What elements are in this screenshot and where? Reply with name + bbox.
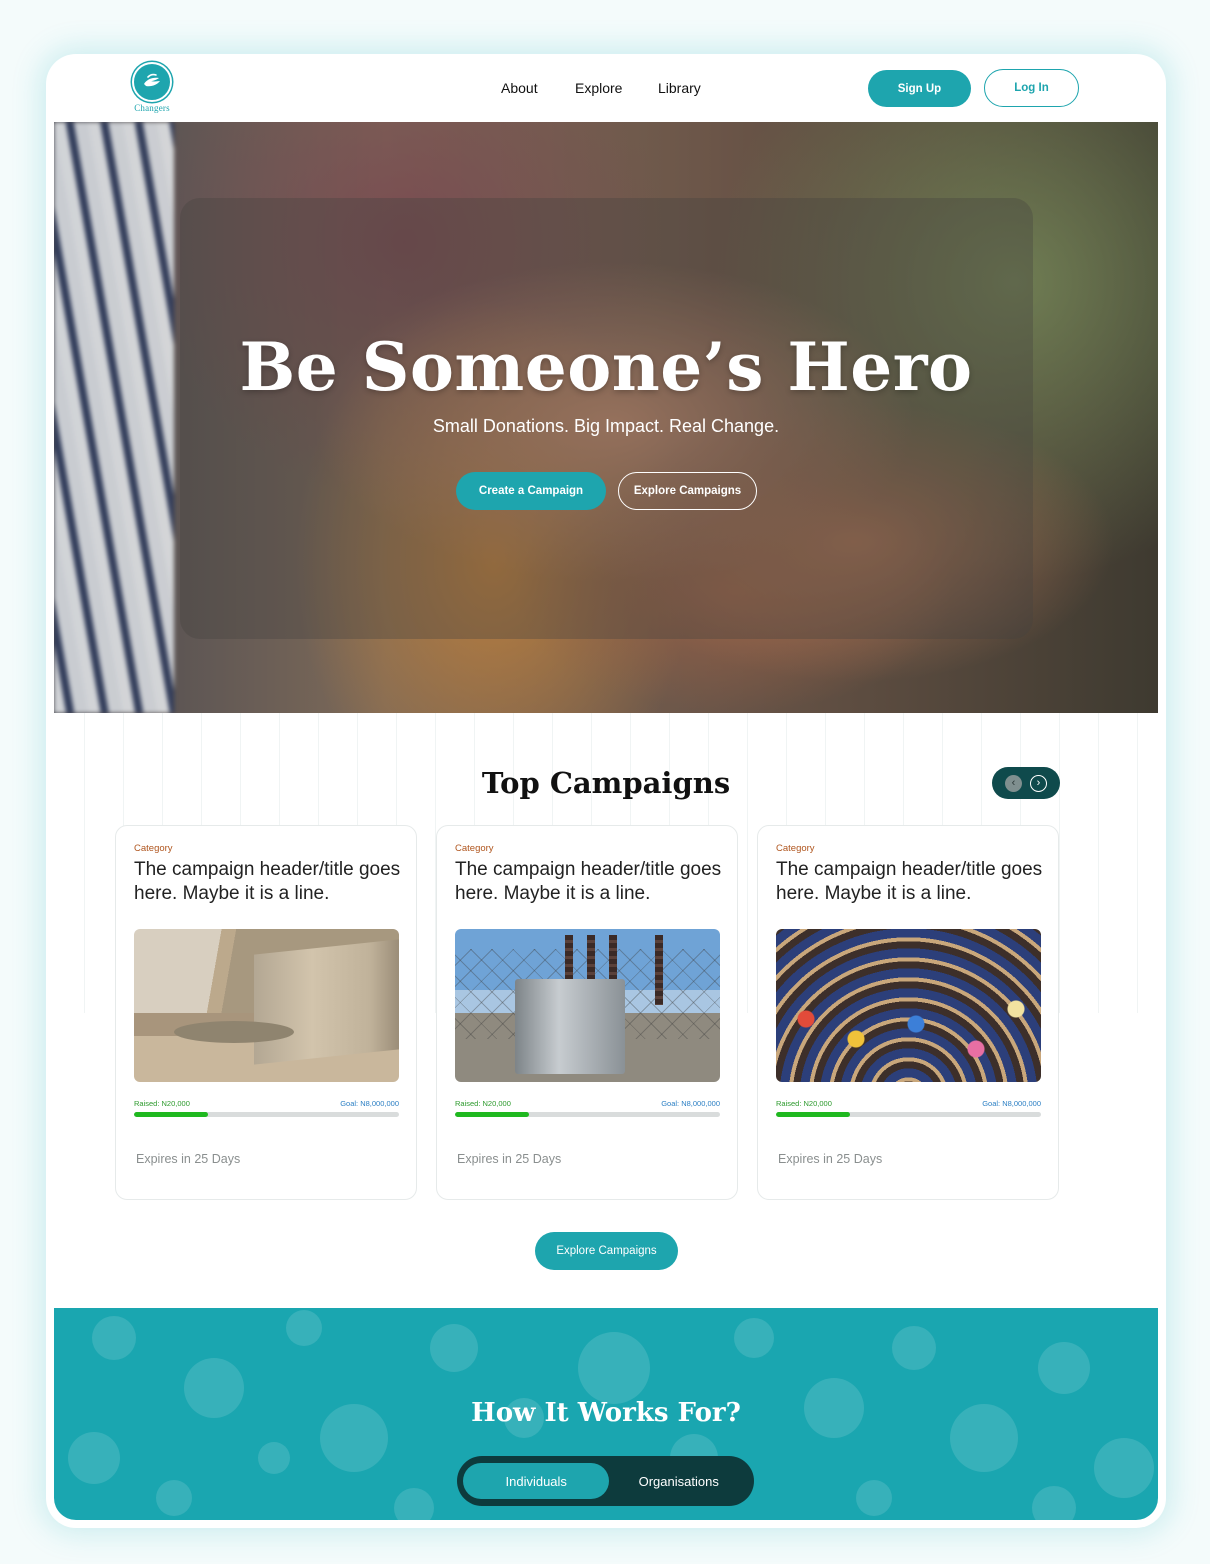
progress-fill (134, 1112, 209, 1117)
progress-bar (455, 1112, 720, 1117)
tab-individuals[interactable]: Individuals (463, 1463, 610, 1499)
hero-subtitle: Small Donations. Big Impact. Real Change… (432, 416, 780, 436)
create-campaign-button[interactable]: Create a Campaign (456, 472, 606, 510)
expires-text: Expires in 25 Days (778, 1152, 883, 1166)
campaign-title[interactable]: The campaign header/title goes here. May… (455, 858, 725, 906)
sign-up-button[interactable]: Sign Up (868, 70, 971, 107)
logo-text: Changers (134, 103, 170, 113)
progress-labels: Raised: N20,000 Goal: N8,000,000 (455, 1099, 720, 1108)
tab-organisations[interactable]: Organisations (609, 1463, 748, 1499)
page-frame: Changers About Explore Library Sign Up L… (46, 54, 1166, 1528)
nav-library[interactable]: Library (658, 80, 701, 96)
hero-section: Be Someone’s Hero Small Donations. Big I… (54, 122, 1158, 713)
campaign-image (134, 929, 399, 1082)
campaign-image (776, 929, 1041, 1082)
campaign-card[interactable]: Category The campaign header/title goes … (757, 825, 1059, 1200)
hero-explore-campaigns-button[interactable]: Explore Campaigns (618, 472, 757, 510)
chevron-left-icon[interactable]: ‹ (1005, 774, 1022, 792)
log-in-button[interactable]: Log In (984, 69, 1079, 107)
campaign-category: Category (455, 843, 494, 854)
raised-amount: Raised: N20,000 (134, 1099, 190, 1108)
progress-bar (134, 1112, 399, 1117)
campaign-category: Category (134, 843, 173, 854)
progress-labels: Raised: N20,000 Goal: N8,000,000 (134, 1099, 399, 1108)
goal-amount: Goal: N8,000,000 (982, 1099, 1041, 1108)
raised-amount: Raised: N20,000 (455, 1099, 511, 1108)
nav-about[interactable]: About (501, 80, 538, 96)
how-it-works-title: How It Works For? (471, 1398, 741, 1428)
goal-amount: Goal: N8,000,000 (661, 1099, 720, 1108)
expires-text: Expires in 25 Days (457, 1152, 562, 1166)
campaign-title[interactable]: The campaign header/title goes here. May… (776, 858, 1046, 906)
hand-logo-icon (132, 62, 172, 102)
progress-bar (776, 1112, 1041, 1117)
top-nav: Changers About Explore Library Sign Up L… (46, 54, 1166, 122)
logo[interactable]: Changers (132, 62, 172, 113)
campaign-image (455, 929, 720, 1082)
how-it-works-section: How It Works For? Individuals Organisati… (54, 1308, 1158, 1520)
raised-amount: Raised: N20,000 (776, 1099, 832, 1108)
campaign-card[interactable]: Category The campaign header/title goes … (115, 825, 417, 1200)
chevron-right-icon[interactable]: › (1030, 774, 1047, 792)
hero-title: Be Someone’s Hero (239, 328, 973, 406)
carousel-controls: ‹ › (992, 767, 1060, 799)
expires-text: Expires in 25 Days (136, 1152, 241, 1166)
explore-campaigns-button[interactable]: Explore Campaigns (535, 1232, 678, 1270)
nav-explore[interactable]: Explore (575, 80, 622, 96)
progress-fill (455, 1112, 530, 1117)
campaign-card[interactable]: Category The campaign header/title goes … (436, 825, 738, 1200)
goal-amount: Goal: N8,000,000 (340, 1099, 399, 1108)
campaign-category: Category (776, 843, 815, 854)
progress-fill (776, 1112, 851, 1117)
progress-labels: Raised: N20,000 Goal: N8,000,000 (776, 1099, 1041, 1108)
audience-toggle: Individuals Organisations (457, 1456, 754, 1506)
campaign-title[interactable]: The campaign header/title goes here. May… (134, 858, 404, 906)
